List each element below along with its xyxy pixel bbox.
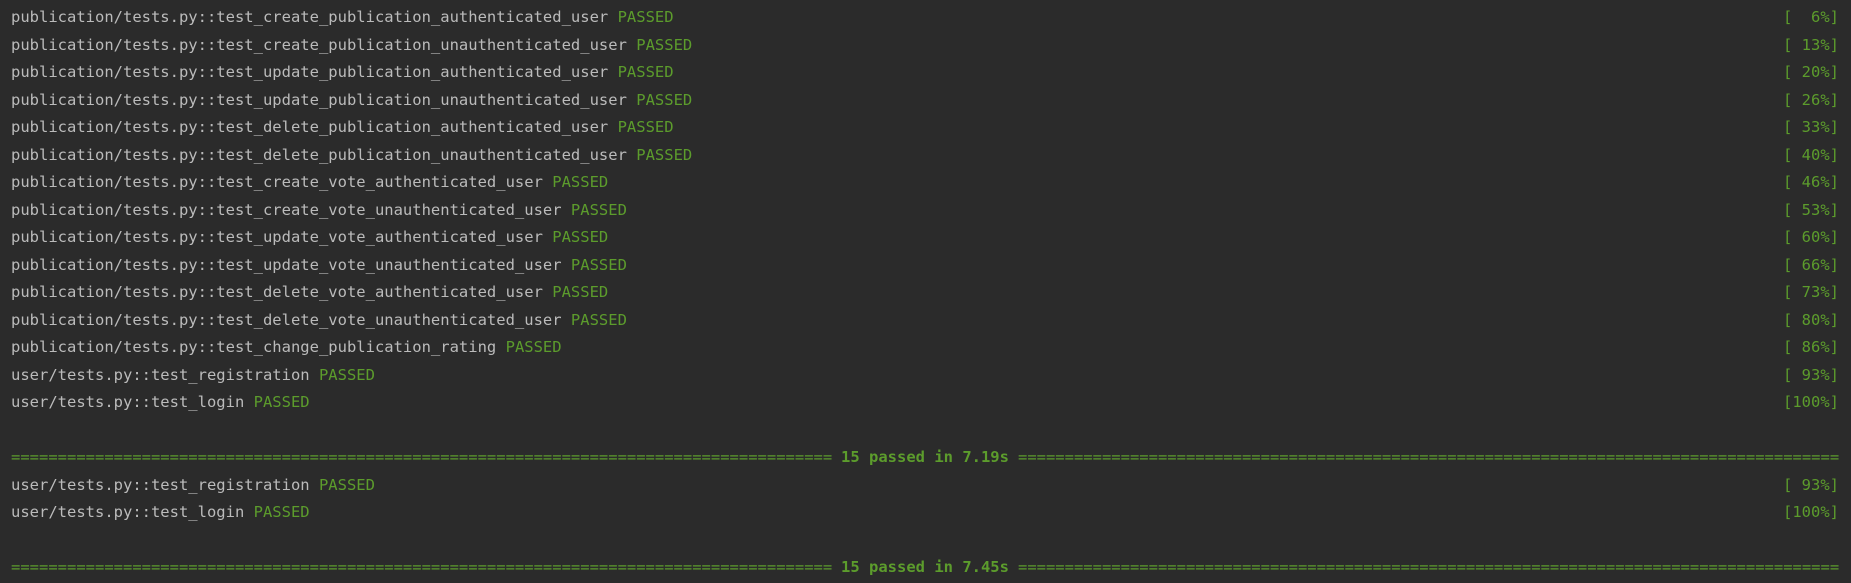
test-path: publication/tests.py::test_update_vote_a… — [11, 228, 543, 246]
test-progress: [ 40%] — [1783, 145, 1839, 164]
test-progress: [100%] — [1783, 393, 1839, 411]
test-progress: [ 93%] — [1783, 475, 1839, 494]
test-path: publication/tests.py::test_delete_vote_u… — [11, 310, 562, 329]
test-result-line: publication/tests.py::test_delete_public… — [0, 142, 1851, 170]
test-progress: [ 46%] — [1783, 173, 1839, 191]
test-status: PASSED — [318, 475, 375, 494]
test-progress: [ 86%] — [1783, 338, 1839, 356]
test-status: PASSED — [636, 145, 693, 164]
test-progress: [ 13%] — [1783, 35, 1839, 54]
test-result-line: publication/tests.py::test_create_public… — [0, 4, 1851, 32]
separator-rule — [1018, 444, 1839, 472]
test-result-line: user/tests.py::test_registration PASSED [… — [0, 362, 1851, 390]
separator-rule — [11, 444, 832, 472]
test-progress: [ 26%] — [1783, 90, 1839, 109]
test-result-line: publication/tests.py::test_delete_public… — [0, 114, 1851, 142]
test-progress: [100%] — [1783, 503, 1839, 521]
test-result-line: user/tests.py::test_login PASSED [100%] — [0, 499, 1851, 527]
test-status: PASSED — [552, 173, 609, 191]
test-result-line: publication/tests.py::test_change_public… — [0, 334, 1851, 362]
test-path: user/tests.py::test_registration — [11, 475, 310, 494]
separator-rule — [11, 554, 832, 582]
test-path: publication/tests.py::test_change_public… — [11, 338, 497, 356]
test-status: PASSED — [636, 90, 693, 109]
test-progress: [ 80%] — [1783, 310, 1839, 329]
test-progress: [ 6%] — [1783, 8, 1839, 26]
test-path: publication/tests.py::test_create_public… — [11, 8, 609, 26]
test-result-line: publication/tests.py::test_update_vote_u… — [0, 252, 1851, 280]
test-status: PASSED — [570, 255, 627, 274]
test-result-line: publication/tests.py::test_create_vote_u… — [0, 197, 1851, 225]
test-status: PASSED — [617, 63, 674, 81]
test-path: user/tests.py::test_login — [11, 393, 245, 411]
test-progress: [ 20%] — [1783, 63, 1839, 81]
summary-line: 15 passed in 7.19s — [0, 444, 1851, 472]
test-status: PASSED — [552, 228, 609, 246]
test-status: PASSED — [617, 118, 674, 136]
test-status: PASSED — [617, 8, 674, 26]
test-result-line: publication/tests.py::test_update_public… — [0, 87, 1851, 115]
separator-rule — [1018, 554, 1839, 582]
test-path: publication/tests.py::test_delete_public… — [11, 118, 609, 136]
test-result-line: user/tests.py::test_registration PASSED [… — [0, 472, 1851, 500]
test-progress: [ 60%] — [1783, 228, 1839, 246]
test-result-line: publication/tests.py::test_update_public… — [0, 59, 1851, 87]
test-path: publication/tests.py::test_delete_public… — [11, 145, 627, 164]
test-status: PASSED — [570, 310, 627, 329]
test-status: PASSED — [636, 35, 693, 54]
test-status: PASSED — [318, 365, 375, 384]
terminal-output[interactable]: publication/tests.py::test_create_public… — [0, 4, 1851, 583]
test-path: publication/tests.py::test_update_vote_u… — [11, 255, 562, 274]
test-result-line: publication/tests.py::test_create_vote_a… — [0, 169, 1851, 197]
test-result-line: publication/tests.py::test_create_public… — [0, 32, 1851, 60]
test-path: publication/tests.py::test_create_vote_a… — [11, 173, 543, 191]
test-path: publication/tests.py::test_update_public… — [11, 63, 609, 81]
test-progress: [ 66%] — [1783, 255, 1839, 274]
test-result-line: publication/tests.py::test_delete_vote_a… — [0, 279, 1851, 307]
test-path: publication/tests.py::test_update_public… — [11, 90, 627, 109]
test-result-line: user/tests.py::test_login PASSED [100%] — [0, 389, 1851, 417]
test-progress: [ 53%] — [1783, 200, 1839, 219]
test-status: PASSED — [505, 338, 562, 356]
test-progress: [ 93%] — [1783, 365, 1839, 384]
test-path: user/tests.py::test_login — [11, 503, 245, 521]
test-status: PASSED — [253, 503, 310, 521]
test-result-line: publication/tests.py::test_delete_vote_u… — [0, 307, 1851, 335]
summary-text: 15 passed in 7.19s — [841, 448, 1009, 466]
test-progress: [ 73%] — [1783, 283, 1839, 301]
test-status: PASSED — [253, 393, 310, 411]
summary-line: 15 passed in 7.45s — [0, 554, 1851, 582]
test-path: publication/tests.py::test_create_public… — [11, 35, 627, 54]
test-path: publication/tests.py::test_delete_vote_a… — [11, 283, 543, 301]
test-status: PASSED — [552, 283, 609, 301]
summary-text: 15 passed in 7.45s — [841, 558, 1009, 576]
test-path: publication/tests.py::test_create_vote_u… — [11, 200, 562, 219]
test-progress: [ 33%] — [1783, 118, 1839, 136]
test-path: user/tests.py::test_registration — [11, 365, 310, 384]
test-status: PASSED — [570, 200, 627, 219]
test-result-line: publication/tests.py::test_update_vote_a… — [0, 224, 1851, 252]
